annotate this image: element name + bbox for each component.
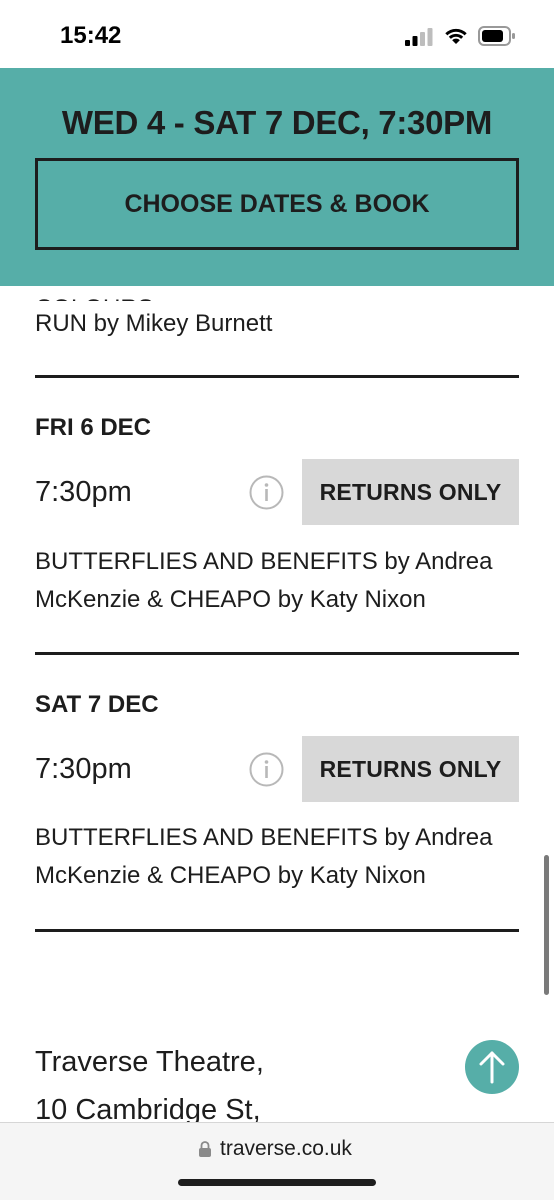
lock-icon [199, 1141, 211, 1157]
booking-banner: WED 4 - SAT 7 DEC, 7:30PM CHOOSE DATES &… [0, 68, 554, 286]
performance-desc-line2: McKenzie & CHEAPO by Katy Nixon [35, 586, 426, 613]
performance-day: SAT 7 DEC [35, 691, 159, 718]
performance-desc-line1: BUTTERFLIES AND BENEFITS by Andrea [35, 824, 493, 851]
url-text[interactable]: traverse.co.uk [220, 1137, 352, 1161]
arrow-up-icon [479, 1051, 505, 1084]
performance-day: FRI 6 DEC [35, 414, 152, 441]
info-circle-icon[interactable] [249, 752, 284, 787]
returns-only-button[interactable]: RETURNS ONLY [302, 459, 519, 525]
divider [35, 652, 519, 655]
status-time: 15:42 [60, 22, 122, 49]
wifi-icon [445, 28, 467, 44]
performance-time: 7:30pm [35, 753, 132, 785]
performance-desc-line2: McKenzie & CHEAPO by Katy Nixon [35, 862, 426, 889]
returns-only-button[interactable]: RETURNS ONLY [302, 736, 519, 802]
divider [35, 375, 519, 378]
venue-address: Traverse Theatre, 10 Cambridge St, [35, 1038, 264, 1122]
scrollbar[interactable] [544, 855, 549, 995]
choose-dates-book-button[interactable]: CHOOSE DATES & BOOK [35, 158, 519, 250]
back-to-top-button[interactable] [465, 1040, 519, 1094]
performance-desc-line1: BUTTERFLIES AND BENEFITS by Andrea [35, 548, 493, 575]
home-indicator [178, 1179, 376, 1186]
previous-performance-desc: RUN by Mikey Burnett [35, 310, 273, 337]
info-circle-icon[interactable] [249, 475, 284, 510]
cellular-signal-icon [405, 28, 433, 46]
status-bar: 15:42 [0, 0, 554, 68]
browser-url-bar[interactable]: traverse.co.uk [0, 1122, 554, 1200]
venue-line: 10 Cambridge St, [35, 1094, 261, 1122]
battery-icon [478, 26, 515, 46]
divider [35, 929, 519, 932]
performance-time: 7:30pm [35, 476, 132, 508]
venue-line: Traverse Theatre, [35, 1046, 264, 1078]
banner-title: WED 4 - SAT 7 DEC, 7:30PM [61, 104, 493, 141]
